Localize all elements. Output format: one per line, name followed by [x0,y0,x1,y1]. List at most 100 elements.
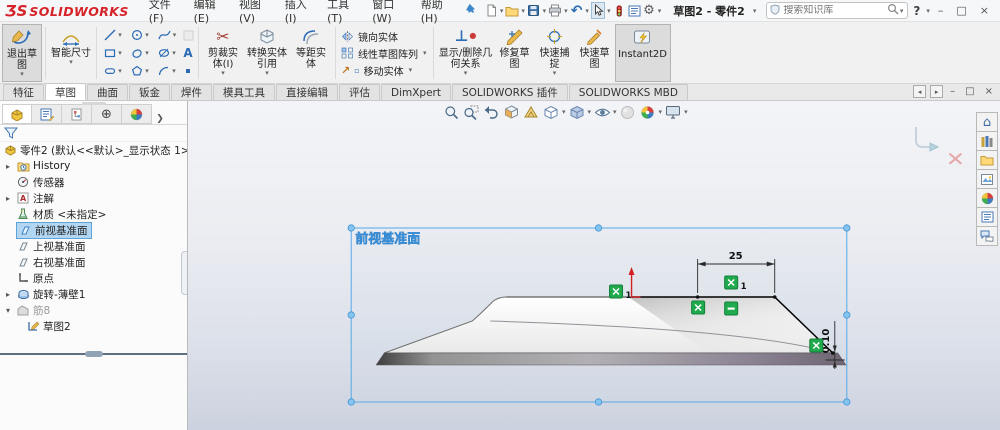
ellipse-tool[interactable]: ▾ [154,47,181,59]
options-list-icon[interactable] [627,2,641,19]
instant2d-button[interactable]: Instant2D [614,24,671,82]
display-style-icon[interactable] [567,103,587,121]
tab-features[interactable]: 特征 [3,84,44,100]
annotation-view-icon[interactable] [521,103,541,121]
expand-arrow[interactable]: ▸ [3,194,13,203]
menu-edit[interactable]: 编辑(E) [187,0,231,27]
sketch-point[interactable] [772,295,777,299]
sketch-point[interactable] [695,295,700,299]
select-tool-icon[interactable] [590,2,606,19]
new-document-caret[interactable]: ▾ [499,7,505,15]
open-icon[interactable] [505,2,519,19]
convert-entities-button[interactable]: 转换实体引用 ▾ [244,24,290,82]
doc-close-button[interactable]: × [982,86,996,97]
graphics-viewport[interactable]: 前视基准面 25 0.10 1 1 ▾ ▾ ▾ ▾ ▾ ✕ ⌂ [188,101,1000,430]
exit-sketch-corner-icon[interactable] [910,125,944,158]
panel-splitter-grip[interactable] [81,102,106,105]
view-orientation-icon[interactable] [541,103,561,121]
tree-item-right-plane[interactable]: 右视基准面 [0,254,187,270]
relation-badge-coincident[interactable] [809,338,824,353]
tree-item-rib8[interactable]: ▾ 筋8 [0,302,187,318]
tab-property-manager[interactable] [32,104,62,124]
spline-tool[interactable]: ▾ [154,29,181,41]
expand-arrow[interactable]: ▸ [3,162,13,171]
section-view-icon[interactable] [501,103,521,121]
file-explorer-icon[interactable] [976,150,998,170]
help-caret[interactable]: ▾ [925,7,931,15]
cancel-sketch-icon[interactable]: ✕ [946,147,965,171]
point-tool[interactable] [181,66,195,76]
tree-item-sketch2[interactable]: 草图2 [0,318,187,334]
rollback-bar[interactable] [0,351,187,357]
pin-menu-icon[interactable] [466,3,477,18]
custom-properties-icon[interactable] [976,207,998,227]
forum-icon[interactable] [976,226,998,246]
slot-tool[interactable]: ▾ [100,65,127,77]
tree-item-sensors[interactable]: 传感器 [0,174,187,190]
panel-collapse-handle[interactable] [181,251,187,295]
traffic-light-icon[interactable] [613,2,627,19]
apply-scene-icon[interactable] [638,103,658,121]
tab-display-manager[interactable] [122,104,152,124]
plane-handle[interactable] [594,398,603,406]
help-button[interactable]: ? [909,4,924,18]
exit-sketch-caret[interactable]: ▾ [19,71,25,79]
view-settings-icon[interactable] [663,103,683,121]
zoom-to-area-icon[interactable] [461,103,481,121]
manager-tabs-overflow[interactable]: ❯ [152,114,168,124]
plane-handle[interactable] [594,224,603,232]
doc-next-button[interactable]: ▸ [930,85,944,98]
tree-item-top-plane[interactable]: 上视基准面 [0,238,187,254]
convert-caret[interactable]: ▾ [264,70,270,78]
gear-caret[interactable]: ▾ [657,7,663,15]
view-orientation-caret[interactable]: ▾ [561,108,567,116]
appearances-icon[interactable] [976,188,998,208]
rectangle-tool[interactable]: ▾ [100,47,127,59]
menu-view[interactable]: 视图(V) [232,0,277,27]
tab-surfaces[interactable]: 曲面 [87,84,128,100]
tab-dimxpert-manager[interactable]: ⊕ [92,104,122,124]
tab-evaluate[interactable]: 评估 [339,84,380,100]
tree-item-material[interactable]: 材质 <未指定> [0,206,187,222]
tree-item-history[interactable]: ▸ History [0,158,187,174]
tree-item-revolve-thin1[interactable]: ▸ 旋转-薄壁1 [0,286,187,302]
open-caret[interactable]: ▾ [520,7,526,15]
hide-show-caret[interactable]: ▾ [612,108,618,116]
doc-title-caret[interactable]: ▾ [752,7,758,15]
plane-handle[interactable] [843,398,851,406]
gear-icon[interactable]: ⚙ [642,2,656,19]
select-tool-caret[interactable]: ▾ [606,7,612,15]
minimize-button[interactable]: – [932,4,950,17]
relation-badge-horizontal[interactable] [724,301,739,316]
menu-help[interactable]: 帮助(H) [414,0,459,27]
tab-sketch[interactable]: 草图 [45,83,86,100]
restore-button[interactable]: □ [950,4,972,17]
tree-item-origin[interactable]: 原点 [0,270,187,286]
linear-pattern-button[interactable]: 线性草图阵列 ▾ [341,46,428,61]
plane-handle[interactable] [347,398,355,406]
new-document-icon[interactable] [484,2,498,19]
search-caret[interactable]: ▾ [899,7,905,15]
repair-sketch-button[interactable]: 修复草图 [495,24,535,82]
arc-tool[interactable]: ▾ [154,65,181,77]
polygon-tool[interactable]: ▾ [127,65,154,77]
undo-icon[interactable]: ↶ [570,2,584,19]
move-entities-caret[interactable]: ▾ [408,66,414,74]
menu-tools[interactable]: 工具(T) [320,0,364,27]
tab-sw-mbd[interactable]: SOLIDWORKS MBD [568,84,688,100]
exit-sketch-button[interactable]: 退出草图 ▾ [2,24,42,82]
menu-insert[interactable]: 插入(I) [278,0,319,27]
selected-item-highlight[interactable]: 前视基准面 [16,221,92,239]
doc-prev-button[interactable]: ◂ [913,85,927,98]
tab-feature-manager[interactable] [2,104,32,124]
plane-handle[interactable] [843,224,851,232]
tree-item-annotations[interactable]: ▸ A 注解 [0,190,187,206]
freeform-tool[interactable]: ▾ [127,47,154,59]
close-button[interactable]: × [974,4,995,17]
tree-root[interactable]: 零件2 (默认<<默认>_显示状态 1>) [0,142,187,158]
zoom-to-fit-icon[interactable] [441,103,461,121]
view-palette-icon[interactable] [976,169,998,189]
search-box[interactable]: ▾ [766,2,909,19]
tab-weldments[interactable]: 焊件 [171,84,212,100]
doc-minimize-button[interactable]: – [947,86,958,97]
